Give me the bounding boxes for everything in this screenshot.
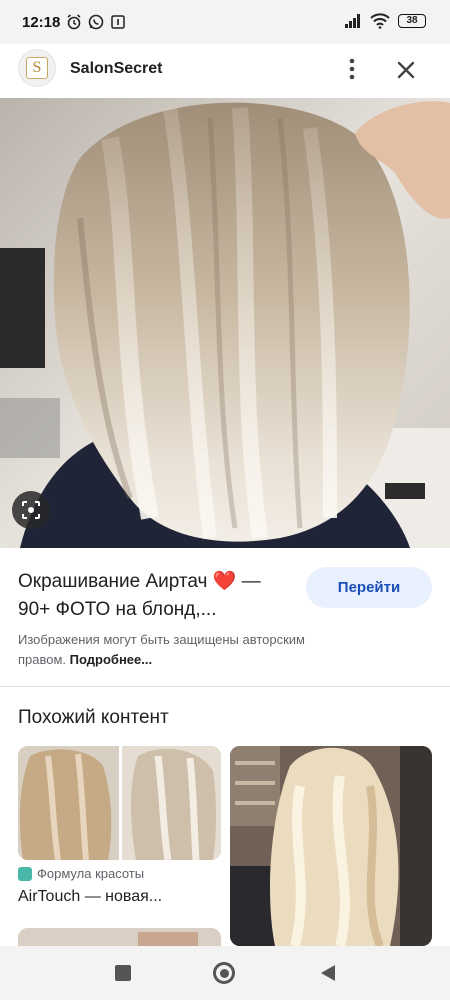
back-icon[interactable] xyxy=(319,964,337,982)
status-time: 12:18 xyxy=(22,14,61,31)
recents-icon[interactable] xyxy=(115,965,131,981)
related-image-1[interactable] xyxy=(18,746,221,860)
related-title-1[interactable]: AirTouch — новая... xyxy=(18,888,162,906)
learn-more-link[interactable]: Подробнее... xyxy=(70,652,152,667)
alarm-icon xyxy=(67,14,81,30)
wifi-icon xyxy=(370,13,390,29)
signal-icon xyxy=(345,14,360,28)
main-image[interactable] xyxy=(0,98,450,548)
whatsapp-icon xyxy=(88,14,104,30)
lens-glyph xyxy=(22,501,40,519)
site-favicon[interactable]: S xyxy=(18,49,56,87)
related-image-2[interactable] xyxy=(230,746,432,946)
copyright-notice: Изображения могут быть защищены авторски… xyxy=(18,630,338,670)
related-heading: Похожий контент xyxy=(18,707,169,728)
viewer-header: S SalonSecret xyxy=(0,44,450,98)
favicon-letter: S xyxy=(26,57,48,79)
google-lens-icon[interactable] xyxy=(12,491,50,529)
source-favicon-icon xyxy=(18,866,32,881)
status-icons-right: 38 xyxy=(344,13,426,29)
visit-button[interactable]: Перейти xyxy=(306,567,432,608)
divider xyxy=(0,686,450,687)
home-icon[interactable] xyxy=(213,962,235,984)
copyright-text: Изображения могут быть защищены авторски… xyxy=(18,632,305,667)
related-source-name: Формула красоты xyxy=(37,866,145,881)
related-photo-1 xyxy=(18,746,221,860)
site-name[interactable]: SalonSecret xyxy=(70,60,162,78)
related-photo-2 xyxy=(230,746,432,946)
home-dot xyxy=(219,968,229,978)
hair-photo xyxy=(0,98,450,548)
close-icon[interactable] xyxy=(392,56,420,84)
battery-icon: 38 xyxy=(398,14,426,28)
related-source-1[interactable]: Формула красоты xyxy=(18,866,144,881)
more-vert-icon[interactable] xyxy=(340,56,364,82)
status-bar: 12:18 38 xyxy=(0,0,450,44)
system-nav-bar xyxy=(0,946,450,1000)
result-title[interactable]: Окрашивание Аиртач ❤️ — 90+ ФОТО на блон… xyxy=(18,568,293,624)
notification-icon xyxy=(111,15,125,29)
status-icons-left xyxy=(66,14,126,30)
